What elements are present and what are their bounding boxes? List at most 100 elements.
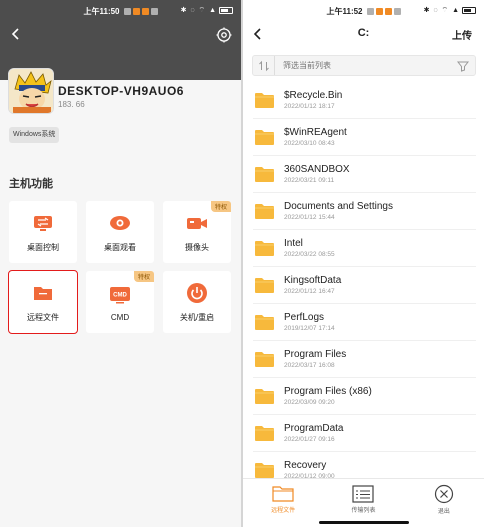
file-date: 2022/01/12 15:44 bbox=[284, 214, 335, 221]
file-name: Program Files (x86) bbox=[284, 386, 372, 397]
power-icon bbox=[187, 282, 207, 303]
avatar-image bbox=[9, 69, 53, 113]
close-circle-icon bbox=[434, 484, 453, 504]
avatar bbox=[8, 68, 54, 114]
folder-icon bbox=[255, 129, 274, 145]
folder-icon bbox=[255, 277, 274, 293]
desktop-control-icon bbox=[34, 215, 52, 231]
file-name: PerfLogs bbox=[284, 312, 325, 323]
file-list: $Recycle.Bin 2022/01/12 18:17 $WinREAgent 2… bbox=[243, 82, 484, 478]
tab-transfer-list[interactable]: 传输列表 bbox=[323, 479, 403, 520]
filter-bar bbox=[252, 55, 476, 76]
feature-camera[interactable]: 特权 摄像头 bbox=[163, 201, 231, 263]
feature-desktop-view[interactable]: 桌面观看 bbox=[86, 201, 154, 263]
feature-label: 桌面观看 bbox=[104, 242, 136, 252]
file-name: Intel bbox=[284, 238, 303, 249]
bottom-tab-bar: 远程文件 传输列表 退出 bbox=[243, 478, 484, 520]
back-arrow-icon[interactable] bbox=[8, 26, 24, 42]
gear-icon[interactable] bbox=[215, 26, 233, 44]
svg-text:CMD: CMD bbox=[113, 292, 127, 298]
file-date: 2022/01/12 18:17 bbox=[284, 103, 335, 110]
file-row[interactable]: $Recycle.Bin 2022/01/12 18:17 bbox=[253, 82, 476, 119]
file-row[interactable]: PerfLogs 2019/12/07 17:14 bbox=[253, 304, 476, 341]
file-name: $Recycle.Bin bbox=[284, 90, 343, 101]
file-text: ProgramData 2022/01/27 09:16 bbox=[284, 423, 343, 443]
system-icons: ✱ ◌ ⌔ ▲ bbox=[424, 6, 476, 15]
file-name: Program Files bbox=[284, 349, 347, 360]
file-text: Program Files 2022/03/17 16:08 bbox=[284, 349, 346, 369]
feature-grid: 桌面控制 桌面观看 特权 摄像头 远程文件 特权 CMD CMD 关机/重启 bbox=[8, 201, 231, 334]
file-text: Recovery 2022/01/12 09:00 bbox=[284, 460, 335, 478]
notification-icons bbox=[123, 7, 158, 15]
tab-label: 退出 bbox=[437, 509, 450, 515]
folder-icon bbox=[255, 240, 274, 256]
camera-icon bbox=[187, 217, 207, 229]
folder-outline-icon bbox=[272, 486, 294, 502]
file-text: $WinREAgent 2022/03/10 08:43 bbox=[284, 127, 347, 147]
filter-input[interactable] bbox=[275, 61, 455, 70]
eye-icon bbox=[110, 215, 130, 230]
file-text: Documents and Settings 2022/01/12 15:44 bbox=[284, 201, 393, 221]
feature-desktop-control[interactable]: 桌面控制 bbox=[9, 201, 77, 263]
file-date: 2022/03/22 08:55 bbox=[284, 251, 335, 258]
file-name: Recovery bbox=[284, 460, 327, 471]
tab-exit[interactable]: 退出 bbox=[404, 479, 484, 520]
device-name: DESKTOP-VH9AUO6 bbox=[58, 84, 184, 98]
upload-button[interactable]: 上传 bbox=[452, 27, 472, 42]
file-date: 2022/01/12 16:47 bbox=[284, 288, 335, 295]
file-row[interactable]: Intel 2022/03/22 08:55 bbox=[253, 230, 476, 267]
file-date: 2022/03/17 16:08 bbox=[284, 362, 335, 369]
file-name: ProgramData bbox=[284, 423, 344, 434]
file-row[interactable]: Recovery 2022/01/12 09:00 bbox=[253, 452, 476, 478]
file-name: $WinREAgent bbox=[284, 127, 347, 138]
sort-button[interactable] bbox=[253, 56, 275, 75]
file-text: Intel 2022/03/22 08:55 bbox=[284, 238, 335, 258]
file-row[interactable]: Program Files (x86) 2022/03/09 09:20 bbox=[253, 378, 476, 415]
remote-files-screen: 上午11:52 ✱ ◌ ⌔ ▲ C: 上传 $Recycle.Bin 2022/0… bbox=[243, 0, 484, 527]
filter-icon[interactable] bbox=[455, 58, 471, 74]
file-row[interactable]: Documents and Settings 2022/01/12 15:44 bbox=[253, 193, 476, 230]
section-title: 主机功能 bbox=[9, 178, 53, 190]
file-date: 2019/12/07 17:14 bbox=[284, 325, 335, 332]
privilege-badge: 特权 bbox=[210, 201, 231, 212]
file-text: PerfLogs 2019/12/07 17:14 bbox=[284, 312, 335, 332]
privilege-badge: 特权 bbox=[133, 271, 154, 282]
feature-label: 桌面控制 bbox=[27, 242, 59, 252]
page-title: C: bbox=[357, 27, 370, 39]
tab-label: 远程文件 bbox=[271, 508, 296, 514]
feature-remote-files[interactable]: 远程文件 bbox=[8, 270, 78, 334]
file-row[interactable]: KingsoftData 2022/01/12 16:47 bbox=[253, 267, 476, 304]
file-date: 2022/03/10 08:43 bbox=[284, 140, 335, 147]
feature-cmd[interactable]: 特权 CMD CMD bbox=[86, 271, 154, 333]
home-indicator bbox=[319, 521, 409, 524]
folder-icon bbox=[255, 203, 274, 219]
file-text: $Recycle.Bin 2022/01/12 18:17 bbox=[284, 90, 342, 110]
device-detail-screen: 上午11:50 ✱ ◌ ⌔ ▲ DESKTOP-VH9AUO6 183. 66 … bbox=[0, 0, 241, 527]
status-time: 上午11:52 bbox=[326, 6, 363, 16]
feature-label: 远程文件 bbox=[27, 312, 59, 322]
feature-power[interactable]: 关机/重启 bbox=[163, 271, 231, 333]
folder-icon bbox=[255, 166, 274, 182]
status-bar: 上午11:52 ✱ ◌ ⌔ ▲ bbox=[243, 0, 484, 22]
tab-label: 传输列表 bbox=[351, 508, 376, 514]
list-icon bbox=[352, 485, 375, 503]
folder-icon bbox=[255, 425, 274, 441]
folder-icon bbox=[255, 92, 274, 108]
system-icons: ✱ ◌ ⌔ ▲ bbox=[181, 6, 233, 15]
file-text: 360SANDBOX 2022/03/21 09:11 bbox=[284, 164, 350, 184]
file-date: 2022/01/27 09:16 bbox=[284, 436, 335, 443]
os-tag: Windows系统 bbox=[9, 127, 60, 143]
file-name: Documents and Settings bbox=[284, 201, 393, 212]
files-header: 上午11:52 ✱ ◌ ⌔ ▲ C: 上传 bbox=[243, 0, 484, 48]
feature-label: 关机/重启 bbox=[179, 312, 215, 322]
file-row[interactable]: ProgramData 2022/01/27 09:16 bbox=[253, 415, 476, 452]
file-row[interactable]: Program Files 2022/03/17 16:08 bbox=[253, 341, 476, 378]
cmd-icon: CMD bbox=[110, 286, 130, 303]
folder-icon bbox=[255, 388, 274, 404]
file-name: KingsoftData bbox=[284, 275, 342, 286]
status-bar: 上午11:50 ✱ ◌ ⌔ ▲ bbox=[0, 0, 241, 22]
tab-remote-files[interactable]: 远程文件 bbox=[243, 479, 323, 520]
file-row[interactable]: $WinREAgent 2022/03/10 08:43 bbox=[253, 119, 476, 156]
feature-label: CMD bbox=[110, 312, 130, 322]
file-row[interactable]: 360SANDBOX 2022/03/21 09:11 bbox=[253, 156, 476, 193]
